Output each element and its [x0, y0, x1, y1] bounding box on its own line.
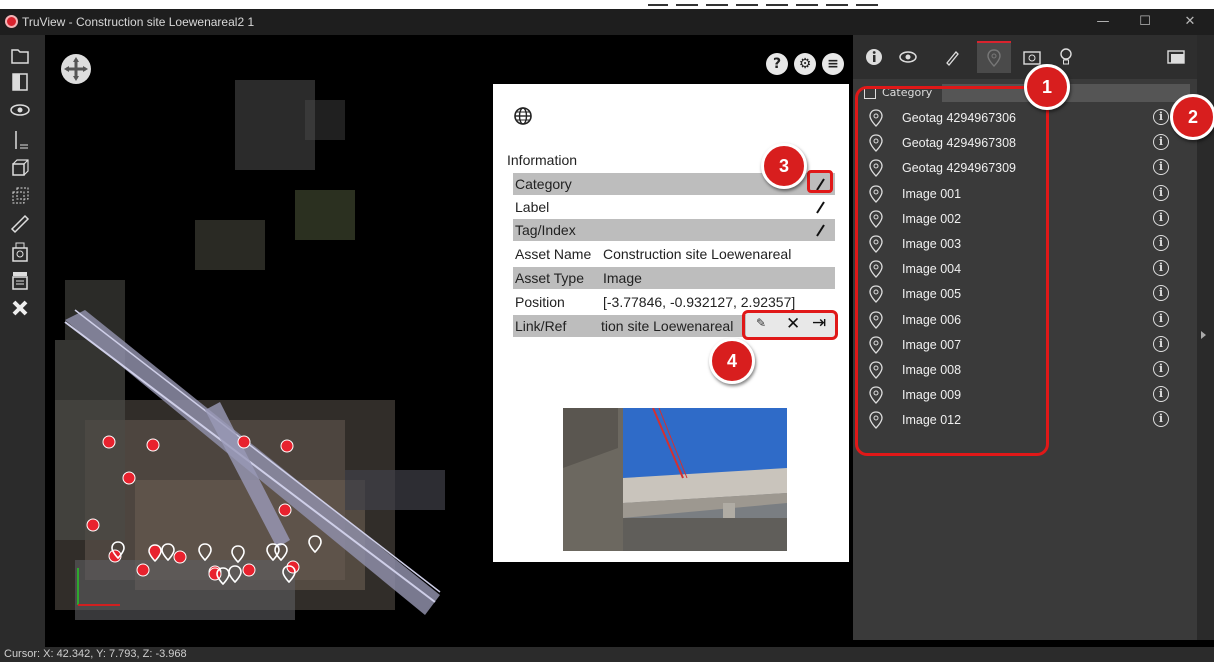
close-button[interactable]: ✕ [1175, 13, 1205, 31]
callout-box-link-tools [742, 310, 838, 340]
folder-open-icon[interactable] [9, 45, 31, 67]
panel-toggle-icon[interactable] [1159, 41, 1193, 73]
info-label: Link/Ref [515, 318, 567, 334]
item-info-button[interactable]: i [1153, 109, 1169, 125]
geotag-tab[interactable] [977, 41, 1011, 73]
ruler-icon[interactable] [9, 213, 31, 235]
item-info-button[interactable]: i [1153, 360, 1169, 377]
item-info-button[interactable]: i [1153, 285, 1169, 302]
info-label: Asset Type [515, 270, 585, 286]
item-info-button[interactable]: i [1153, 335, 1169, 352]
cursor-readout: Cursor: X: 42.342, Y: 7.793, Z: -3.968 [4, 648, 187, 660]
navigation-compass-icon[interactable] [61, 54, 91, 84]
map-book-icon[interactable] [9, 71, 31, 93]
info-row-asset-name: Asset Name Construction site Loewenareal [513, 243, 835, 265]
item-info-button[interactable]: i [1153, 234, 1169, 251]
callout-box-list [855, 86, 1049, 456]
camera-print-icon[interactable] [9, 241, 31, 263]
help-button[interactable]: ? [766, 53, 788, 75]
info-value: [-3.77846, -0.932127, 2.92357] [603, 294, 796, 310]
item-info-button[interactable]: i [1153, 411, 1169, 428]
edit-pencil-icon[interactable] [813, 222, 827, 238]
info-heading: Information [507, 152, 578, 168]
title-bar: TruView - Construction site Loewenareal2… [0, 9, 1214, 35]
link-ref-field[interactable]: tion site Loewenareal [601, 318, 733, 334]
item-info-button[interactable]: i [1153, 310, 1169, 327]
cube-icon[interactable] [9, 185, 31, 207]
measure-height-icon[interactable] [9, 129, 31, 151]
info-tab[interactable] [857, 41, 891, 73]
right-panel-tabs [853, 35, 1197, 79]
item-info-button[interactable]: i [1153, 159, 1169, 176]
callout-marker-2: 2 [1170, 94, 1214, 140]
edit-pencil-icon[interactable] [813, 199, 827, 215]
layers-button[interactable]: ≡ [822, 53, 844, 75]
clapper-icon[interactable] [9, 269, 31, 291]
callout-marker-3: 3 [761, 143, 807, 189]
item-info-button[interactable]: i [1153, 260, 1169, 277]
info-label: Label [515, 199, 550, 215]
window-title: TruView - Construction site Loewenareal2… [22, 15, 255, 29]
status-bar: Cursor: X: 42.342, Y: 7.793, Z: -3.968 [0, 647, 1214, 662]
callout-marker-1: 1 [1024, 64, 1070, 110]
item-info-button[interactable]: i [1153, 184, 1169, 201]
callout-box-edit [807, 170, 833, 193]
info-row-label: Label [513, 196, 835, 218]
app-logo-icon [5, 15, 18, 28]
top-strip [0, 0, 1214, 9]
maximize-button[interactable]: ☐ [1130, 13, 1160, 31]
box-icon[interactable] [9, 157, 31, 179]
settings-button[interactable]: ⚙ [794, 53, 816, 75]
item-info-button[interactable]: i [1153, 134, 1169, 151]
visibility-tab[interactable] [891, 41, 925, 73]
chevron-right-icon [1201, 331, 1206, 339]
item-info-button[interactable]: i [1153, 386, 1169, 403]
markup-tab[interactable] [935, 41, 969, 73]
info-row-tag-index: Tag/Index [513, 219, 835, 241]
info-label: Asset Name [515, 246, 592, 262]
info-value: Construction site Loewenareal [603, 246, 792, 262]
left-toolbar [0, 35, 45, 647]
item-info-button[interactable]: i [1153, 209, 1169, 226]
info-row-asset-type: Asset Type Image [513, 267, 835, 289]
info-label: Position [515, 294, 565, 310]
info-value: Image [603, 270, 642, 286]
callout-marker-4: 4 [709, 338, 755, 384]
image-preview[interactable] [563, 408, 787, 551]
globe-icon[interactable] [513, 106, 533, 130]
tools-icon[interactable] [9, 297, 31, 319]
info-label: Tag/Index [515, 222, 576, 238]
info-label: Category [515, 176, 572, 192]
eye-icon[interactable] [9, 99, 31, 121]
minimize-button[interactable]: — [1088, 13, 1118, 31]
